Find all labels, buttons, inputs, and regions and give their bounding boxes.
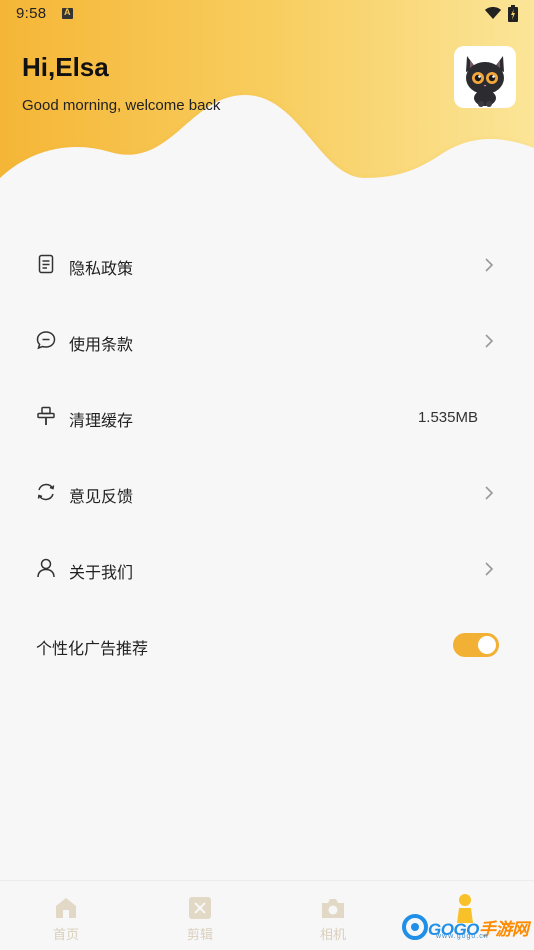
settings-menu: 隐私政策 使用条款 清理缓存 1.535MB 意见反馈 关于我们 [0,227,534,607]
greeting-title: Hi,Elsa [22,52,109,82]
watermark-logo-icon [402,914,428,940]
document-icon [38,254,54,274]
status-time: 9:58 [16,5,47,22]
settings-screen: 9:58 Hi,Elsa Good morning, welcome back [0,0,534,950]
chevron-right-icon [485,334,494,348]
camera-icon [322,899,344,918]
nav-item-clip[interactable]: 剪辑 [160,895,240,943]
menu-item-label: 隐私政策 [69,261,134,278]
menu-item-label: 关于我们 [69,565,134,582]
clip-icon [189,897,211,919]
nav-label: 首页 [52,927,79,942]
notification-a-icon [62,7,73,19]
wifi-icon [485,7,501,19]
avatar[interactable] [454,46,516,108]
nav-item-home[interactable]: 首页 [26,895,106,943]
menu-item-label: 使用条款 [69,337,134,354]
menu-item-label: 清理缓存 [69,413,134,430]
black-cat-avatar-icon [466,56,504,107]
cache-size-value: 1.535MB [417,409,478,426]
home-icon [56,898,76,918]
battery-icon [508,5,518,22]
site-watermark: GOGO手游网 www.gogo.cn [402,894,532,945]
refresh-icon [37,483,55,501]
nav-label: 相机 [319,927,346,942]
chat-bubble-icon [36,331,56,350]
toggle-knob [478,636,496,654]
menu-item-terms-of-use[interactable]: 使用条款 [0,303,534,379]
nav-label: 剪辑 [186,927,213,942]
menu-item-label: 意见反馈 [69,489,134,506]
personalized-ads-toggle[interactable] [453,633,499,657]
personalized-ads-row: 个性化广告推荐 [0,606,534,682]
menu-item-about-us[interactable]: 关于我们 [0,531,534,607]
watermark-domain: www.gogo.cn [436,933,489,940]
user-icon [37,558,55,578]
brush-icon [37,406,55,425]
chevron-right-icon [485,486,494,500]
menu-item-privacy-policy[interactable]: 隐私政策 [0,227,534,303]
chevron-right-icon [485,562,494,576]
chevron-right-icon [485,258,494,272]
personalized-ads-label: 个性化广告推荐 [36,641,149,658]
menu-item-feedback[interactable]: 意见反馈 [0,455,534,531]
greeting-subtitle: Good morning, welcome back [22,97,221,114]
menu-item-clear-cache[interactable]: 清理缓存 1.535MB [0,379,534,455]
nav-item-camera[interactable]: 相机 [293,895,373,943]
status-bar: 9:58 [0,0,534,28]
